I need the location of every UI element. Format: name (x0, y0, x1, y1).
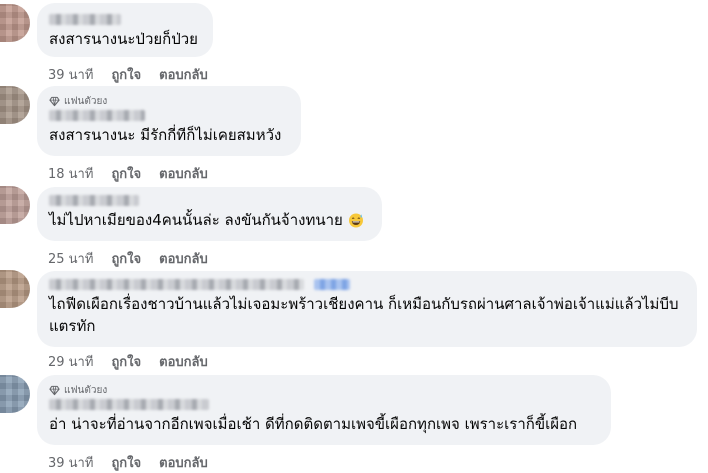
comment-time[interactable]: 29 นาที (48, 351, 93, 372)
like-button[interactable]: ถูกใจ (111, 248, 141, 269)
reply-button[interactable]: ตอบกลับ (159, 64, 208, 85)
avatar[interactable] (0, 186, 30, 224)
comment-bubble: แฟนตัวยง อ่า น่าจะที่อ่านจากอีกเพจเมื่อเ… (37, 375, 611, 445)
comment-actions: 29 นาที ถูกใจ ตอบกลับ (48, 351, 208, 372)
avatar[interactable] (0, 86, 30, 124)
comment-bubble: สงสารนางนะป่วยก็ป่วย (37, 3, 213, 57)
comment-text-body: ไม่ไปหาเมียของ4คนนั้นล่ะ ลงขันกันจ้างทนา… (49, 211, 343, 229)
comment-actions: 18 นาที ถูกใจ ตอบกลับ (48, 163, 208, 184)
author-name[interactable] (49, 195, 139, 206)
badge-label: แฟนตัวยง (64, 95, 108, 107)
avatar[interactable] (0, 270, 30, 308)
avatar[interactable] (0, 4, 30, 42)
author-line (49, 279, 685, 293)
comment-text: สงสารนางนะ มีรักกี่ทีก็ไม่เคยสมหวัง (49, 126, 282, 144)
author-name[interactable] (49, 14, 121, 25)
comment-text: สงสารนางนะป่วยก็ป่วย (49, 30, 198, 48)
diamond-icon (49, 385, 60, 395)
author-tag[interactable] (314, 279, 350, 290)
like-button[interactable]: ถูกใจ (111, 64, 141, 85)
badge-label: แฟนตัวยง (64, 384, 108, 396)
comment-actions: 25 นาที ถูกใจ ตอบกลับ (48, 248, 208, 269)
comment-text: ไม่ไปหาเมียของ4คนนั้นล่ะ ลงขันกันจ้างทนา… (49, 209, 370, 231)
top-fan-badge: แฟนตัวยง (49, 383, 599, 397)
diamond-icon (49, 96, 60, 106)
comment-time[interactable]: 25 นาที (48, 248, 93, 269)
reply-button[interactable]: ตอบกลับ (159, 248, 208, 269)
author-name[interactable] (49, 110, 145, 121)
like-button[interactable]: ถูกใจ (111, 163, 141, 184)
reply-button[interactable]: ตอบกลับ (159, 163, 208, 184)
comment-bubble: แฟนตัวยง สงสารนางนะ มีรักกี่ทีก็ไม่เคยสม… (37, 86, 301, 156)
avatar[interactable] (0, 375, 30, 413)
top-fan-badge: แฟนตัวยง (49, 94, 289, 108)
reply-button[interactable]: ตอบกลับ (159, 351, 208, 372)
grinning-sweat-emoji (348, 213, 363, 228)
comment-text: อ่า น่าจะที่อ่านจากอีกเพจเมื่อเช้า ดีที่… (49, 415, 578, 433)
author-name[interactable] (49, 399, 209, 410)
comment-bubble: ไม่ไปหาเมียของ4คนนั้นล่ะ ลงขันกันจ้างทนา… (37, 187, 382, 241)
comment-text: ไถฟีดเผือกเรื่องชาวบ้านแล้วไม่เจอมะพร้าว… (49, 295, 679, 335)
comment-time[interactable]: 18 นาที (48, 163, 93, 184)
comment-bubble: ไถฟีดเผือกเรื่องชาวบ้านแล้วไม่เจอมะพร้าว… (37, 271, 697, 347)
like-button[interactable]: ถูกใจ (111, 351, 141, 372)
author-name[interactable] (49, 279, 304, 290)
comment-time[interactable]: 39 นาที (48, 64, 93, 85)
comment-actions: 39 นาที ถูกใจ ตอบกลับ (48, 64, 208, 85)
